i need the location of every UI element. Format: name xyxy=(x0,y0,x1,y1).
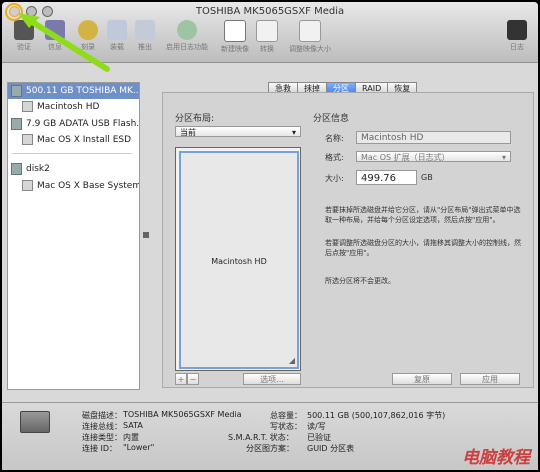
write-status-label: 写状态： xyxy=(270,422,302,431)
size-label: 大小: xyxy=(325,174,344,183)
scheme-label: 分区图方案： xyxy=(246,444,294,453)
layout-title: 分区布局: xyxy=(175,114,215,124)
id-label: 连接 ID： xyxy=(82,444,118,453)
splitter-handle[interactable] xyxy=(143,232,149,238)
partition-description-3: 所选分区将不会更改。 xyxy=(325,277,395,285)
disk-list-item[interactable]: Mac OS X Base System xyxy=(8,178,139,194)
chevron-down-icon: ▾ xyxy=(501,153,506,162)
partition-segment-label: Macintosh HD xyxy=(211,257,267,266)
revert-button[interactable]: 复原 xyxy=(392,373,452,385)
options-button[interactable]: 选项... xyxy=(243,373,301,385)
desc-label: 磁盘描述： xyxy=(82,411,122,420)
bus-value: SATA xyxy=(123,421,143,430)
size-field[interactable]: 499.76 xyxy=(356,170,417,185)
sidebar-divider xyxy=(12,153,132,154)
partition-map: Macintosh HD ◢ xyxy=(175,147,301,371)
size-unit: GB xyxy=(421,173,433,182)
watermark: 电脑教程 xyxy=(462,448,530,468)
highlight-circle xyxy=(5,3,23,21)
smart-label: S.M.A.R.T. 状态： xyxy=(228,433,294,442)
volume-icon xyxy=(22,180,33,191)
desc-value: TOSHIBA MK5065GSXF Media xyxy=(123,410,242,419)
bus-label: 连接总线： xyxy=(82,422,122,431)
partition-description-1: 若要抹掉所选磁盘并给它分区，请从"分区布局"弹出式菜单中选取一种布局，并给每个分… xyxy=(325,206,521,224)
tutorial-arrow-overlay xyxy=(5,3,110,72)
write-status-value: 读/写 xyxy=(307,422,326,431)
log-icon xyxy=(507,20,527,40)
type-value: 内置 xyxy=(123,433,139,442)
format-popup[interactable]: Mac OS 扩展（日志式） ▾ xyxy=(356,151,511,162)
smart-value: 已验证 xyxy=(307,433,331,442)
new-image-button[interactable]: 新建映像 xyxy=(218,20,252,54)
partition-description-2: 若要调整所选磁盘分区的大小，请拖移其调整大小的控制线，然后点按"应用"。 xyxy=(325,239,521,257)
disk-list-item[interactable]: Macintosh HD xyxy=(8,99,139,115)
remove-partition-button[interactable]: − xyxy=(187,373,199,385)
resize-image-button[interactable]: 调整映像大小 xyxy=(284,20,336,54)
scheme-value: GUID 分区表 xyxy=(307,444,355,453)
convert-icon xyxy=(256,20,278,42)
disk-list-item[interactable]: Mac OS X Install ESD xyxy=(8,132,139,148)
disk-utility-window: TOSHIBA MK5065GSXF Media 验证 信息 刻录 装载 推出 … xyxy=(2,2,538,470)
disk-list-item[interactable]: 500.11 GB TOSHIBA MK... xyxy=(8,83,139,99)
name-label: 名称: xyxy=(325,134,344,143)
log-button[interactable]: 日志 xyxy=(500,20,534,52)
chevron-down-icon: ▾ xyxy=(291,128,296,137)
partition-box: 分区布局: 当前 ▾ Macintosh HD ◢ + − 选项... 分区信息 … xyxy=(162,92,534,388)
disk-list: 500.11 GB TOSHIBA MK... Macintosh HD 7.9… xyxy=(7,82,140,390)
resize-image-icon xyxy=(299,20,321,42)
apply-button[interactable]: 应用 xyxy=(460,373,520,385)
capacity-label: 总容量： xyxy=(270,411,302,420)
enable-journaling-button[interactable]: 启用日志功能 xyxy=(157,20,217,52)
type-label: 连接类型： xyxy=(82,433,122,442)
disk-icon xyxy=(11,84,22,97)
disk-list-item[interactable]: 7.9 GB ADATA USB Flash... xyxy=(8,116,139,132)
volume-icon xyxy=(22,134,33,145)
journal-icon xyxy=(177,20,197,40)
layout-popup[interactable]: 当前 ▾ xyxy=(175,126,301,137)
format-label: 格式: xyxy=(325,153,344,162)
arrow-shaft xyxy=(26,17,110,72)
convert-button[interactable]: 转换 xyxy=(252,20,282,54)
partition-segment[interactable]: Macintosh HD ◢ xyxy=(179,151,299,369)
disk-icon xyxy=(11,162,22,175)
new-image-icon xyxy=(224,20,246,42)
add-partition-button[interactable]: + xyxy=(175,373,187,385)
volume-icon xyxy=(22,101,33,112)
disk-info-bar: 磁盘描述： TOSHIBA MK5065GSXF Media 连接总线： SAT… xyxy=(2,402,538,470)
name-field[interactable]: Macintosh HD xyxy=(356,131,511,144)
id-value: "Lower" xyxy=(123,443,155,452)
resize-handle-icon[interactable]: ◢ xyxy=(289,356,295,365)
hard-drive-icon xyxy=(20,411,50,433)
partition-pane: 急救 抹掉 分区 RAID 恢复 分区布局: 当前 ▾ Macintosh HD … xyxy=(158,82,536,388)
capacity-value: 500.11 GB (500,107,862,016 字节) xyxy=(307,411,446,420)
disk-icon xyxy=(11,117,22,130)
disk-list-item[interactable]: disk2 xyxy=(8,161,139,177)
partition-info-title: 分区信息 xyxy=(313,114,350,124)
